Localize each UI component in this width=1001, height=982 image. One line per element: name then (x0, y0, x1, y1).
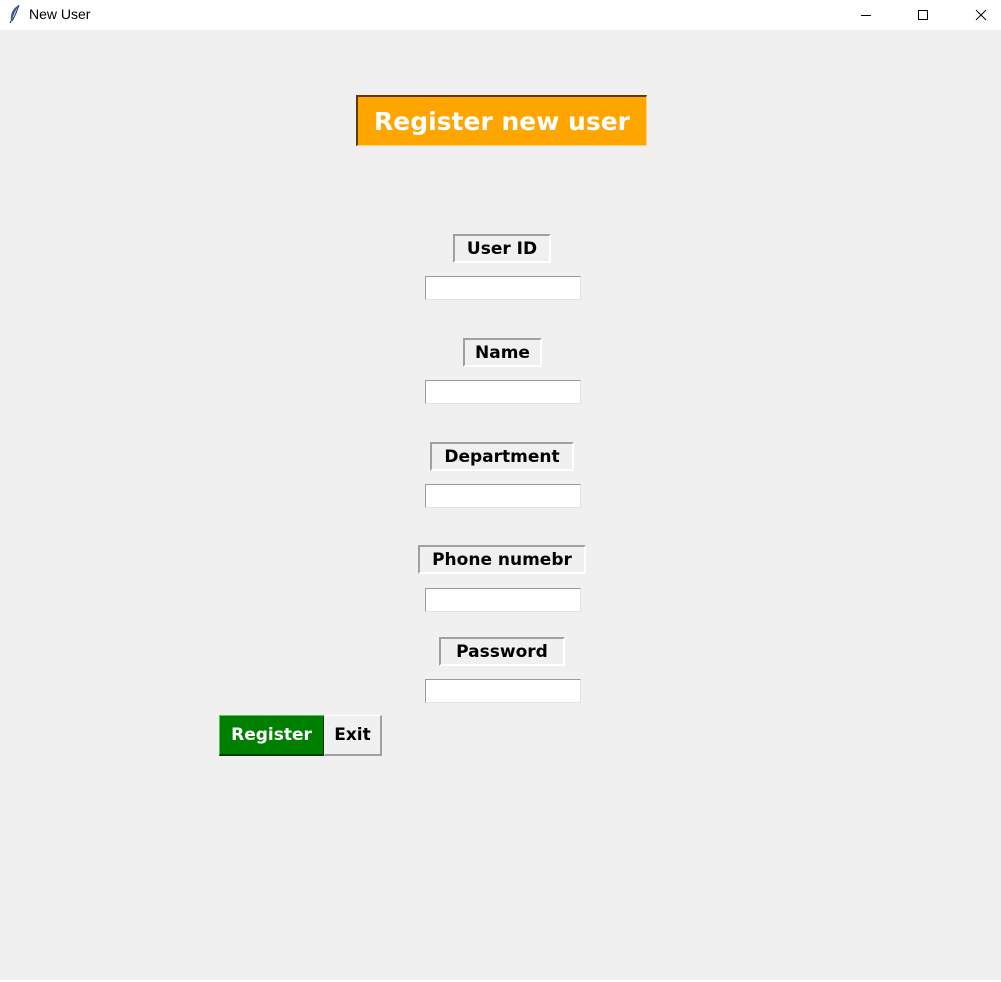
page-heading: Register new user (356, 95, 647, 146)
phone-number-input[interactable] (425, 588, 581, 612)
password-label: Password (439, 637, 565, 666)
maximize-button[interactable] (900, 0, 946, 30)
name-input[interactable] (425, 380, 581, 404)
minimize-icon (860, 9, 872, 21)
title-bar[interactable]: New User (0, 0, 1001, 30)
app-window: New User Register new user User ID Name … (0, 0, 1001, 982)
user-id-label: User ID (453, 234, 551, 263)
name-label: Name (463, 338, 542, 367)
close-icon (975, 9, 987, 21)
maximize-icon (917, 9, 929, 21)
user-id-input[interactable] (425, 276, 581, 300)
password-input[interactable] (425, 679, 581, 703)
exit-button[interactable]: Exit (324, 715, 382, 756)
close-button[interactable] (958, 0, 1001, 30)
phone-number-label: Phone numebr (418, 545, 586, 574)
minimize-button[interactable] (843, 0, 889, 30)
department-input[interactable] (425, 484, 581, 508)
window-title: New User (29, 6, 91, 22)
register-button[interactable]: Register (219, 715, 325, 756)
department-label: Department (430, 442, 574, 471)
feather-icon (7, 4, 23, 24)
